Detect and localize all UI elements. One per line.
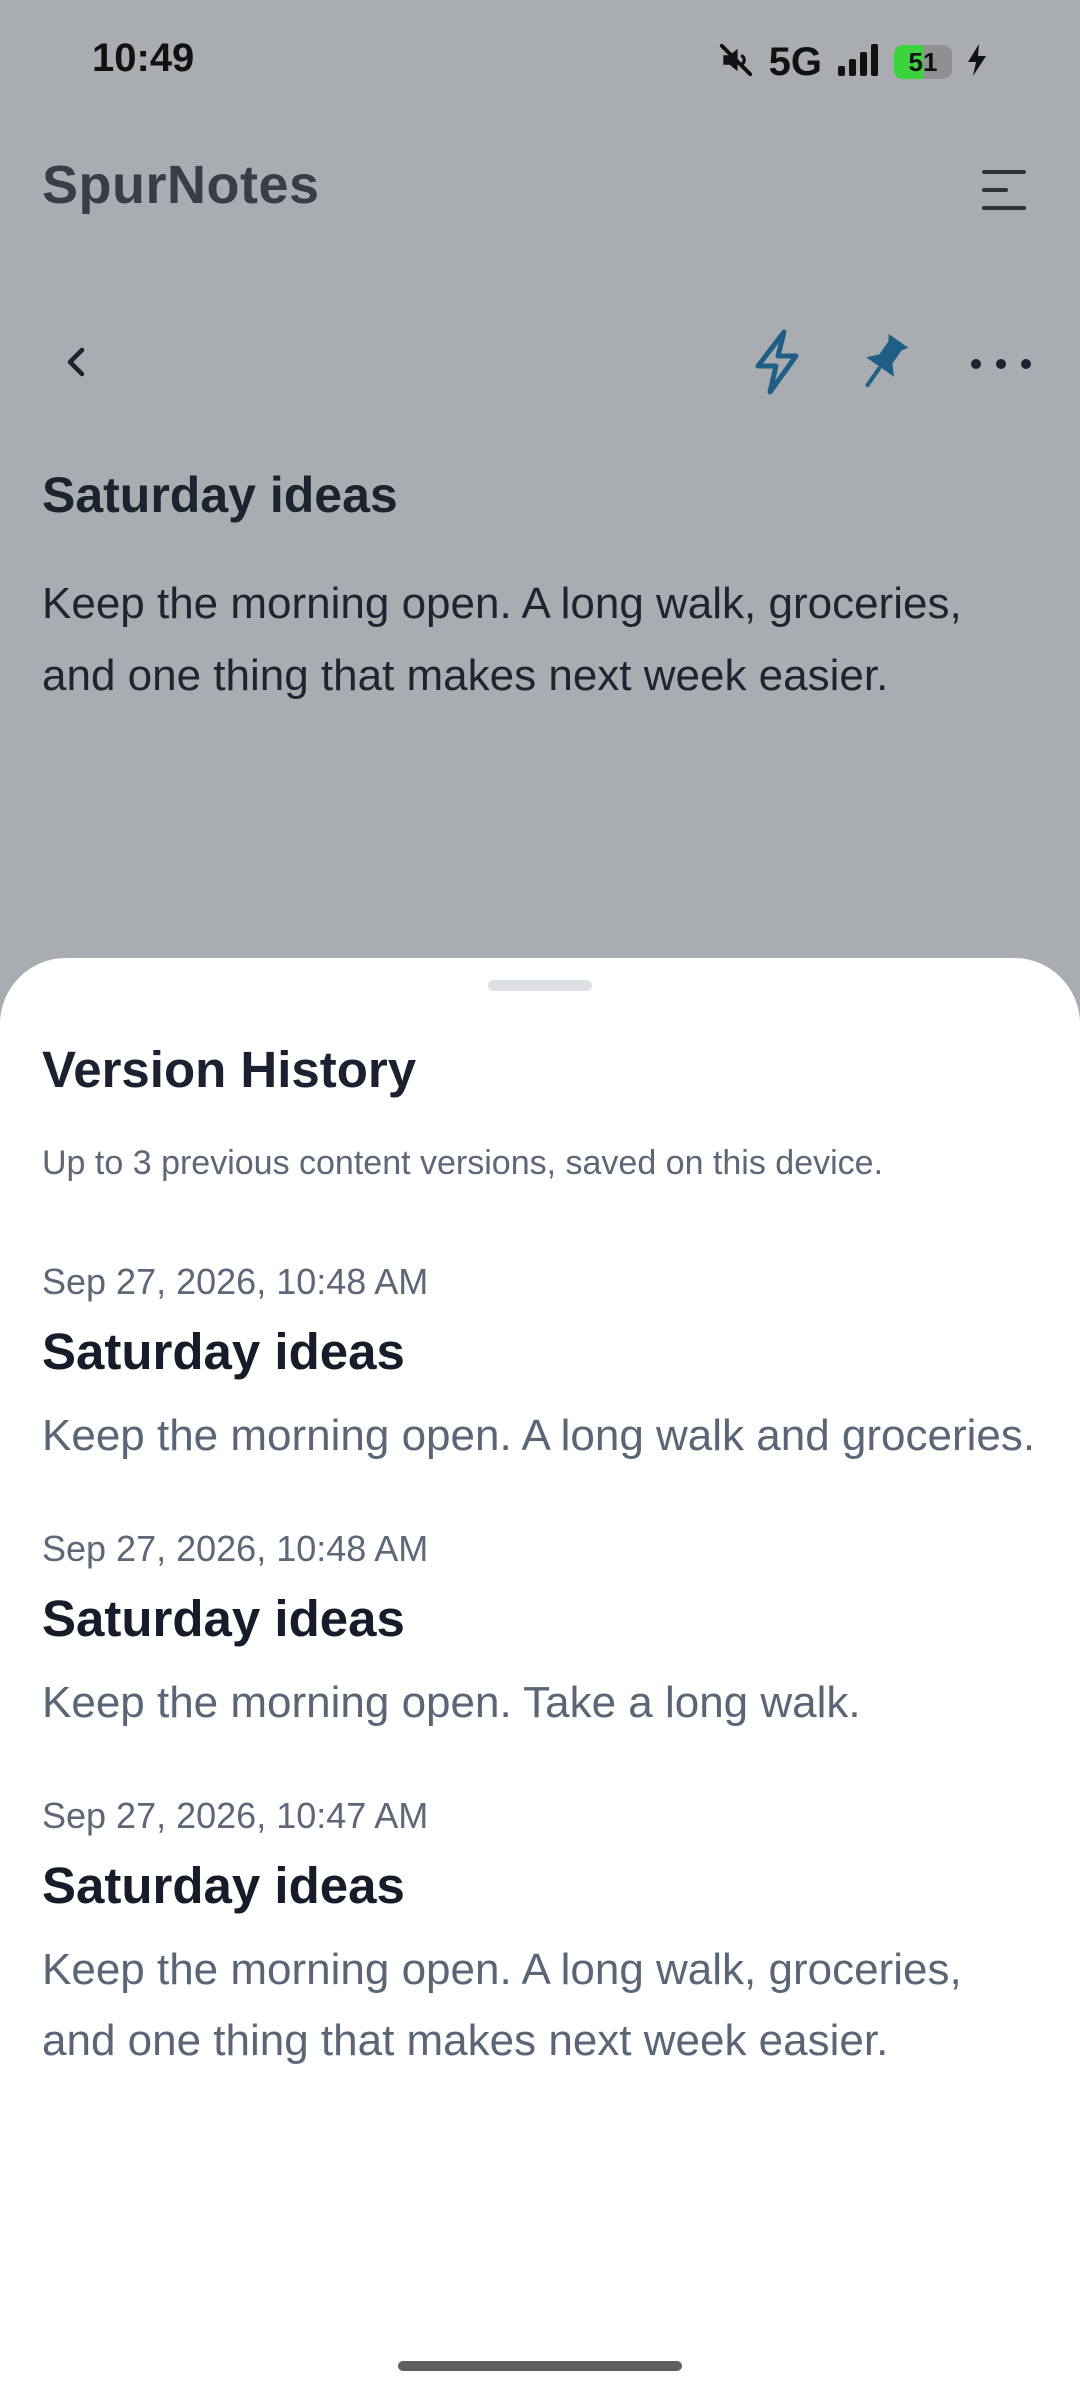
note-body: Keep the morning open. A long walk, groc… xyxy=(42,579,962,700)
chevron-left-icon xyxy=(67,347,85,377)
charging-icon xyxy=(966,43,988,82)
version-title: Saturday ideas xyxy=(42,1323,405,1380)
sheet-title: Version History xyxy=(42,1041,417,1098)
version-timestamp: Sep 27, 2026, 10:48 AM xyxy=(42,1528,429,1569)
app-title: SpurNotes xyxy=(42,155,320,215)
version-item[interactable]: Sep 27, 2026, 10:48 AM Saturday ideas Ke… xyxy=(42,1527,1042,1738)
more-options-button[interactable] xyxy=(966,334,1036,394)
version-timestamp: Sep 27, 2026, 10:47 AM xyxy=(42,1795,429,1836)
screen: 10:49 5G 51 SpurNotes Saturday ideas Kee… xyxy=(0,0,1080,2400)
note-title: Saturday ideas xyxy=(42,467,398,523)
hamburger-menu-icon xyxy=(982,170,1026,210)
sheet-subtitle: Up to 3 previous content versions, saved… xyxy=(42,1144,884,1182)
battery-level: 51 xyxy=(908,47,938,77)
pin-button[interactable] xyxy=(850,328,916,398)
network-type: 5G xyxy=(768,39,822,84)
status-icons: 5G 51 xyxy=(717,38,988,86)
more-horizontal-icon xyxy=(971,359,1031,369)
status-bar: 10:49 5G 51 xyxy=(0,0,1080,120)
version-body: Keep the morning open. Take a long walk. xyxy=(42,1678,861,1727)
back-button[interactable] xyxy=(48,332,108,392)
battery-icon: 51 xyxy=(894,45,952,79)
home-indicator[interactable] xyxy=(398,2361,682,2371)
status-time: 10:49 xyxy=(92,36,195,80)
version-body: Keep the morning open. A long walk, groc… xyxy=(42,1945,962,2065)
version-title: Saturday ideas xyxy=(42,1590,405,1647)
version-body: Keep the morning open. A long walk and g… xyxy=(42,1411,1036,1460)
lightning-icon xyxy=(755,329,799,395)
version-list: Sep 27, 2026, 10:48 AM Saturday ideas Ke… xyxy=(42,1260,1042,2132)
version-item[interactable]: Sep 27, 2026, 10:48 AM Saturday ideas Ke… xyxy=(42,1260,1042,1471)
note-toolbar xyxy=(0,310,1080,410)
menu-button[interactable] xyxy=(974,160,1034,220)
app-header: SpurNotes xyxy=(0,140,1080,240)
signal-icon xyxy=(836,42,880,83)
version-item[interactable]: Sep 27, 2026, 10:47 AM Saturday ideas Ke… xyxy=(42,1794,1042,2076)
version-timestamp: Sep 27, 2026, 10:48 AM xyxy=(42,1261,429,1302)
sheet-drag-handle[interactable] xyxy=(488,980,592,991)
version-title: Saturday ideas xyxy=(42,1857,405,1914)
pin-icon xyxy=(865,333,909,388)
version-history-sheet: Version History Up to 3 previous content… xyxy=(0,958,1080,2400)
quick-action-button[interactable] xyxy=(744,326,810,398)
mute-icon xyxy=(717,41,755,84)
